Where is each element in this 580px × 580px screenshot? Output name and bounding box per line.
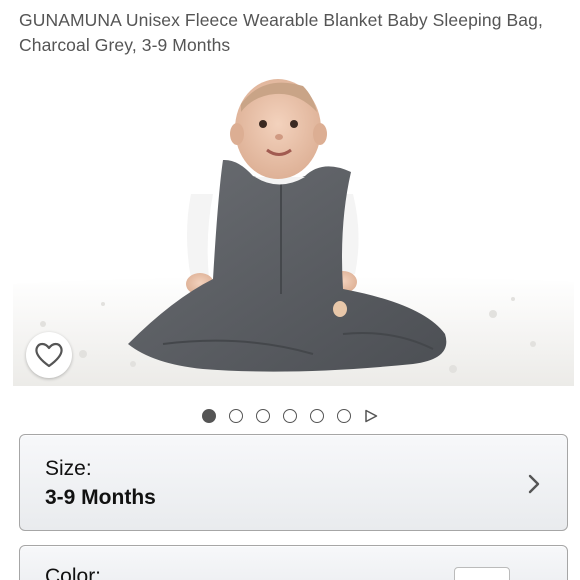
heart-icon <box>35 342 63 368</box>
size-selector[interactable]: Size: 3-9 Months <box>19 434 568 531</box>
image-dot-4[interactable] <box>283 409 297 423</box>
baby-sleeping-bag-photo <box>13 64 574 386</box>
size-value: 3-9 Months <box>45 486 156 509</box>
color-selector[interactable]: Color: <box>19 545 568 580</box>
play-icon <box>365 409 378 423</box>
product-image[interactable] <box>13 64 574 386</box>
video-dot[interactable] <box>364 409 378 423</box>
image-dot-5[interactable] <box>310 409 324 423</box>
chevron-right-icon <box>526 473 542 495</box>
image-dot-1[interactable] <box>202 409 216 423</box>
product-title: GUNAMUNA Unisex Fleece Wearable Blanket … <box>19 10 543 55</box>
image-dot-3[interactable] <box>256 409 270 423</box>
color-label: Color: <box>45 565 102 580</box>
image-dot-2[interactable] <box>229 409 243 423</box>
image-pagination <box>0 406 580 426</box>
image-dot-6[interactable] <box>337 409 351 423</box>
wishlist-button[interactable] <box>26 332 72 378</box>
color-swatch[interactable] <box>454 567 510 580</box>
size-label: Size: <box>45 457 92 480</box>
